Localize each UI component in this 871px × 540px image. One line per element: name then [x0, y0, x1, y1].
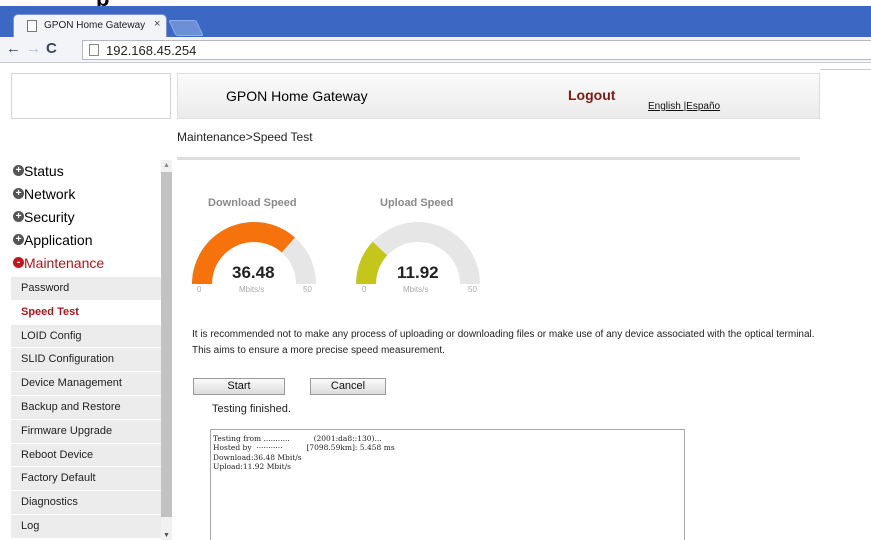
reload-icon[interactable]: C	[46, 40, 57, 58]
sidebar-item-loid-config[interactable]: LOID Config	[11, 325, 161, 349]
language-switch[interactable]: English |Españo	[648, 101, 720, 112]
maintenance-submenu: Password Speed Test LOID Config SLID Con…	[11, 277, 161, 539]
upload-min: 0	[362, 285, 367, 294]
header-bar: GPON Home Gateway Logout English |Españo	[177, 73, 820, 119]
sidebar-scrollbar[interactable]: ▲ ▼	[161, 160, 172, 540]
menu-label: Network	[24, 186, 76, 202]
upload-unit: Mbits/s	[403, 285, 429, 294]
scrollbar-thumb[interactable]	[161, 172, 172, 517]
forward-arrow-icon[interactable]: →	[26, 40, 41, 58]
expand-icon: +	[13, 188, 24, 199]
browser-tab[interactable]: GPON Home Gateway ×	[13, 14, 167, 38]
output-line: Hosted by ··········· [7098.59km]: 5.458…	[213, 443, 395, 453]
address-bar[interactable]: 192.168.45.254	[82, 40, 871, 60]
menu-label: Status	[24, 163, 64, 179]
divider	[177, 157, 800, 160]
page-icon	[89, 44, 99, 56]
expand-icon: +	[13, 165, 24, 176]
sidebar-item-firmware-upgrade[interactable]: Firmware Upgrade	[11, 420, 161, 444]
output-line: Upload:11.92 Mbit/s	[213, 461, 291, 471]
tab-close-icon[interactable]: ×	[154, 18, 160, 30]
upload-max: 50	[468, 285, 477, 294]
upload-speed-value: 11.92	[397, 263, 439, 282]
cancel-button[interactable]: Cancel	[310, 378, 386, 395]
page-content: + Status + Network + Security + Applicat…	[0, 64, 871, 540]
browser-tab-bar: GPON Home Gateway ×	[0, 6, 871, 38]
menu-label: Security	[24, 209, 75, 225]
download-unit: Mbits/s	[239, 285, 265, 294]
sidebar: + Status + Network + Security + Applicat…	[11, 160, 171, 540]
url-text: 192.168.45.254	[106, 43, 197, 58]
back-arrow-icon[interactable]: ←	[6, 40, 21, 58]
sidebar-item-backup-restore[interactable]: Backup and Restore	[11, 396, 161, 420]
output-line: Testing from ........... (2001:da8::130)…	[213, 434, 382, 443]
breadcrumb: Maintenance>Speed Test	[177, 130, 313, 144]
sidebar-item-diagnostics[interactable]: Diagnostics	[11, 491, 161, 515]
status-text: Testing finished.	[212, 403, 291, 415]
notice-line: This aims to ensure a more precise speed…	[192, 345, 445, 356]
scroll-up-arrow-icon[interactable]: ▲	[163, 162, 170, 169]
collapse-icon: -	[13, 257, 24, 268]
page-icon	[27, 20, 37, 32]
scroll-down-arrow-icon[interactable]: ▼	[163, 532, 170, 539]
result-output: Testing from ........... (2001:da8::130)…	[210, 429, 685, 540]
expand-icon: +	[13, 234, 24, 245]
start-button[interactable]: Start	[193, 378, 285, 395]
menu-security[interactable]: + Security	[11, 206, 171, 229]
page-title: GPON Home Gateway	[226, 88, 368, 104]
menu-network[interactable]: + Network	[11, 183, 171, 206]
logout-link[interactable]: Logout	[568, 87, 615, 103]
sidebar-item-password[interactable]: Password	[11, 277, 161, 301]
download-gauge-label: Download Speed	[208, 197, 297, 209]
download-speed-value: 36.48	[232, 263, 275, 282]
divider	[820, 69, 871, 70]
browser-toolbar: ← → C 192.168.45.254	[0, 37, 871, 63]
menu-label: Application	[24, 232, 93, 248]
new-tab-button[interactable]	[168, 20, 204, 36]
download-min: 0	[197, 285, 202, 294]
notice-line: It is recommended not to make any proces…	[192, 329, 815, 340]
sidebar-item-reboot-device[interactable]: Reboot Device	[11, 444, 161, 468]
menu-application[interactable]: + Application	[11, 229, 171, 252]
sidebar-item-factory-default[interactable]: Factory Default	[11, 467, 161, 492]
recommendation-notice: It is recommended not to make any proces…	[192, 327, 815, 359]
tab-title: GPON Home Gateway	[44, 20, 146, 31]
sidebar-item-slid-configuration[interactable]: SLID Configuration	[11, 348, 161, 373]
download-max: 50	[303, 285, 312, 294]
menu-status[interactable]: + Status	[11, 160, 171, 183]
menu-label: Maintenance	[24, 255, 105, 271]
menu-maintenance[interactable]: - Maintenance	[11, 252, 171, 275]
sidebar-item-speed-test[interactable]: Speed Test	[11, 300, 161, 325]
sidebar-item-device-management[interactable]: Device Management	[11, 372, 161, 396]
logo-area	[11, 73, 171, 119]
sidebar-item-log[interactable]: Log	[11, 515, 161, 539]
expand-icon: +	[13, 211, 24, 222]
upload-gauge-label: Upload Speed	[380, 197, 454, 209]
output-line: Download:36.48 Mbit/s	[213, 452, 302, 462]
